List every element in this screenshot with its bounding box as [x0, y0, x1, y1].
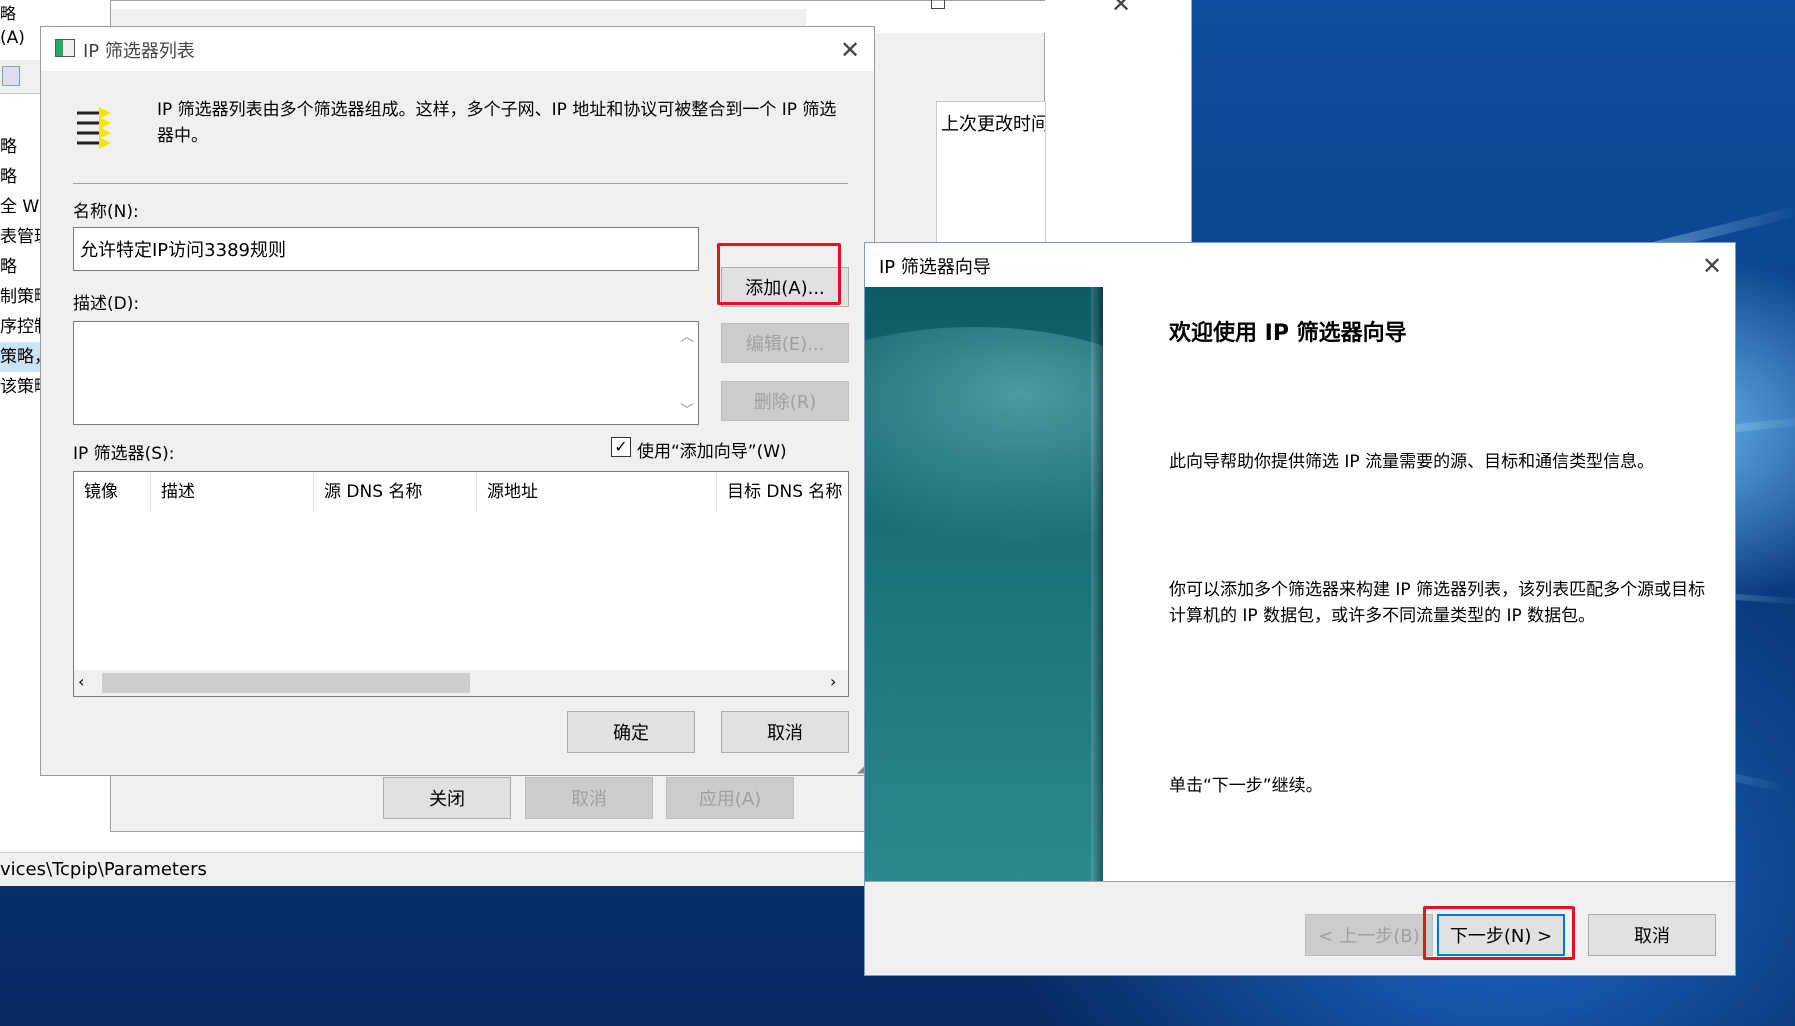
column-header-dest-dns[interactable]: 目标 DNS 名称 [717, 472, 848, 512]
next-button-highlight [1423, 906, 1575, 960]
status-bar: vices\Tcpip\Parameters [0, 852, 870, 886]
filters-table: 镜像 描述 源 DNS 名称 源地址 目标 DNS 名称 ‹ › [73, 471, 849, 697]
column-header-description[interactable]: 描述 [151, 472, 314, 512]
add-button-highlight [717, 243, 841, 305]
scrollbar-thumb[interactable] [102, 673, 470, 693]
cancel-button[interactable]: 取消 [525, 777, 653, 819]
cancel-button[interactable]: 取消 [721, 711, 849, 753]
horizontal-scrollbar[interactable]: ‹ › [74, 670, 848, 696]
table-header: 镜像 描述 源 DNS 名称 源地址 目标 DNS 名称 [74, 472, 848, 512]
ip-filter-list-dialog: IP 筛选器列表 ✕ IP 筛选器列表由多个筛选器组成。这样，多个子网、IP 地… [40, 26, 875, 776]
banner-edge [1091, 287, 1103, 881]
close-button[interactable]: 关闭 [383, 777, 511, 819]
banner-swoosh [865, 327, 1103, 547]
close-icon[interactable]: ✕ [1697, 251, 1727, 281]
wizard-titlebar: IP 筛选器向导 ✕ [865, 243, 1735, 287]
window-icon [55, 39, 75, 57]
ok-button[interactable]: 确定 [567, 711, 695, 753]
wizard-footer: < 上一步(B) 下一步(N) > 取消 [865, 881, 1735, 975]
scroll-left-icon[interactable]: ‹ [78, 672, 84, 691]
wizard-paragraph-1: 此向导帮助你提供筛选 IP 流量需要的源、目标和通信类型信息。 [1169, 452, 1655, 472]
status-path: vices\Tcpip\Parameters [0, 859, 207, 880]
filter-list-icon [75, 105, 113, 151]
filter-list-description: IP 筛选器列表由多个筛选器组成。这样，多个子网、IP 地址和协议可被整合到一个… [157, 100, 837, 146]
filter-list-title: IP 筛选器列表 [83, 41, 195, 62]
ip-filter-wizard-dialog: IP 筛选器向导 ✕ 欢迎使用 IP 筛选器向导 此向导帮助你提供筛选 IP 流… [864, 242, 1736, 976]
toolbar-icon[interactable] [2, 66, 20, 86]
scroll-down-icon[interactable]: ﹀ [680, 400, 696, 419]
back-button[interactable]: < 上一步(B) [1305, 914, 1433, 956]
name-input[interactable] [73, 227, 699, 271]
wizard-title: IP 筛选器向导 [879, 257, 991, 278]
column-header-last-modified[interactable]: 上次更改时间 [937, 102, 1045, 144]
filters-label: IP 筛选器(S): [73, 444, 175, 464]
wizard-checkbox-label[interactable]: 使用“添加向导”(W) [637, 437, 787, 462]
cancel-button[interactable]: 取消 [1588, 914, 1716, 956]
name-label: 名称(N): [73, 202, 139, 222]
filter-list-titlebar: IP 筛选器列表 ✕ [41, 27, 874, 71]
description-label: 描述(D): [73, 294, 140, 314]
apply-button[interactable]: 应用(A) [666, 777, 794, 819]
wizard-heading: 欢迎使用 IP 筛选器向导 [1169, 321, 1407, 346]
console-top-partial: 略 [0, 4, 17, 23]
wizard-checkbox[interactable]: ✓ [611, 437, 631, 457]
delete-button[interactable]: 删除(R) [721, 381, 849, 421]
close-icon[interactable]: ✕ [1106, 0, 1136, 19]
wizard-paragraph-2: 你可以添加多个筛选器来构建 IP 筛选器列表，该列表匹配多个源或目标计算机的 I… [1169, 580, 1706, 626]
wizard-paragraph-3: 单击“下一步”继续。 [1169, 776, 1323, 796]
wizard-banner [865, 287, 1103, 881]
description-textarea[interactable]: ︿ ﹀ [73, 321, 699, 425]
maximize-icon[interactable] [931, 0, 945, 9]
close-icon[interactable]: ✕ [835, 35, 865, 65]
scroll-right-icon[interactable]: › [830, 672, 836, 691]
column-header-source-dns[interactable]: 源 DNS 名称 [314, 472, 477, 512]
column-header-source-address[interactable]: 源地址 [477, 472, 717, 512]
edit-button[interactable]: 编辑(E)... [721, 323, 849, 363]
column-header-mirror[interactable]: 镜像 [74, 472, 151, 512]
scroll-up-icon[interactable]: ︿ [680, 326, 696, 345]
separator [73, 183, 848, 184]
